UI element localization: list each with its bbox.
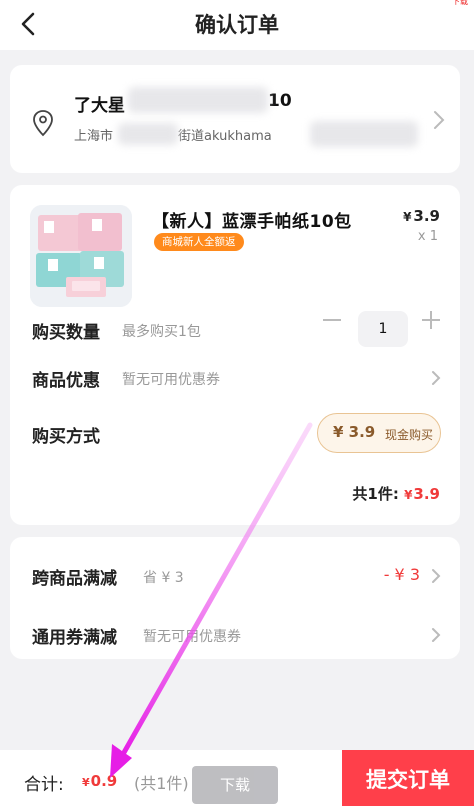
discount-label: 商品优惠 — [32, 371, 100, 391]
price-value: 3.9 — [413, 207, 440, 225]
promotions-card: 跨商品满减 省 ¥ 3 - ¥ 3 通用券满减 暂无可用优惠券 — [10, 537, 460, 659]
chevron-right-icon — [432, 109, 446, 131]
bottom-checkout-bar: 合计: ¥0.9 (共1件) 下载 提交订单 — [0, 750, 474, 806]
cash-purchase-amount: ¥ 3.9 — [333, 423, 376, 441]
subtotal-prefix: 共1件: — [352, 485, 399, 503]
subtotal-currency: ¥ — [404, 488, 413, 502]
privacy-blur — [310, 121, 418, 147]
price-currency: ¥ — [403, 210, 412, 224]
page-title: 确认订单 — [195, 13, 279, 37]
increase-quantity-button[interactable] — [422, 311, 440, 329]
recipient-name-tail: 10 — [268, 91, 292, 111]
top-bar: 确认订单 下载 — [0, 0, 474, 50]
chevron-right-icon[interactable] — [430, 626, 442, 644]
cross-product-discount-label: 跨商品满减 — [32, 569, 117, 589]
submit-order-button[interactable]: 提交订单 — [342, 750, 474, 806]
decrease-quantity-button[interactable] — [323, 319, 341, 321]
corner-download-text: 下载 — [452, 0, 468, 6]
cross-product-discount-value[interactable]: - ¥ 3 — [384, 565, 420, 584]
item-quantity: x 1 — [417, 229, 438, 244]
total-label: 合计: — [24, 775, 64, 795]
new-user-badge: 商城新人全额返 — [154, 233, 244, 251]
address-detail-prefix: 上海市 — [74, 129, 114, 144]
product-title: 【新人】蓝漂手帕纸10包 — [152, 212, 352, 232]
discount-hint[interactable]: 暂无可用优惠券 — [122, 369, 220, 389]
unit-price: ¥3.9 — [403, 207, 440, 225]
download-button[interactable]: 下载 — [192, 766, 278, 804]
privacy-blur — [118, 123, 178, 145]
total-amount: ¥0.9 — [82, 772, 117, 790]
privacy-blur — [128, 87, 268, 113]
purchase-method-label: 购买方式 — [32, 427, 100, 447]
total-currency: ¥ — [82, 776, 90, 789]
quantity-input[interactable]: 1 — [358, 311, 408, 347]
product-card: 【新人】蓝漂手帕纸10包 商城新人全额返 ¥3.9 x 1 购买数量 最多购买1… — [10, 185, 460, 525]
cash-purchase-text: 现金购买 — [385, 428, 434, 442]
location-pin-icon — [32, 109, 54, 137]
chevron-right-icon[interactable] — [430, 567, 442, 585]
cash-purchase-option[interactable]: ¥ 3.9 现金购买 — [317, 413, 441, 453]
chevron-right-icon[interactable] — [430, 369, 442, 387]
quantity-label: 购买数量 — [32, 323, 100, 343]
total-value: 0.9 — [90, 772, 118, 790]
quantity-hint: 最多购买1包 — [122, 324, 201, 340]
coupon-discount-label: 通用券满减 — [32, 628, 117, 648]
address-card[interactable]: 了大星 10 上海市 街道akukhama — [10, 65, 460, 173]
subtotal-value: 3.9 — [413, 485, 440, 503]
address-detail-mid: 街道akukhama — [178, 129, 272, 144]
item-subtotal: 共1件: ¥3.9 — [352, 483, 440, 504]
coupon-discount-hint[interactable]: 暂无可用优惠券 — [143, 626, 241, 646]
cross-product-discount-hint: 省 ¥ 3 — [143, 570, 184, 586]
recipient-name: 了大星 — [74, 96, 125, 116]
total-item-count: (共1件) — [134, 774, 189, 793]
product-thumbnail[interactable] — [30, 205, 132, 307]
